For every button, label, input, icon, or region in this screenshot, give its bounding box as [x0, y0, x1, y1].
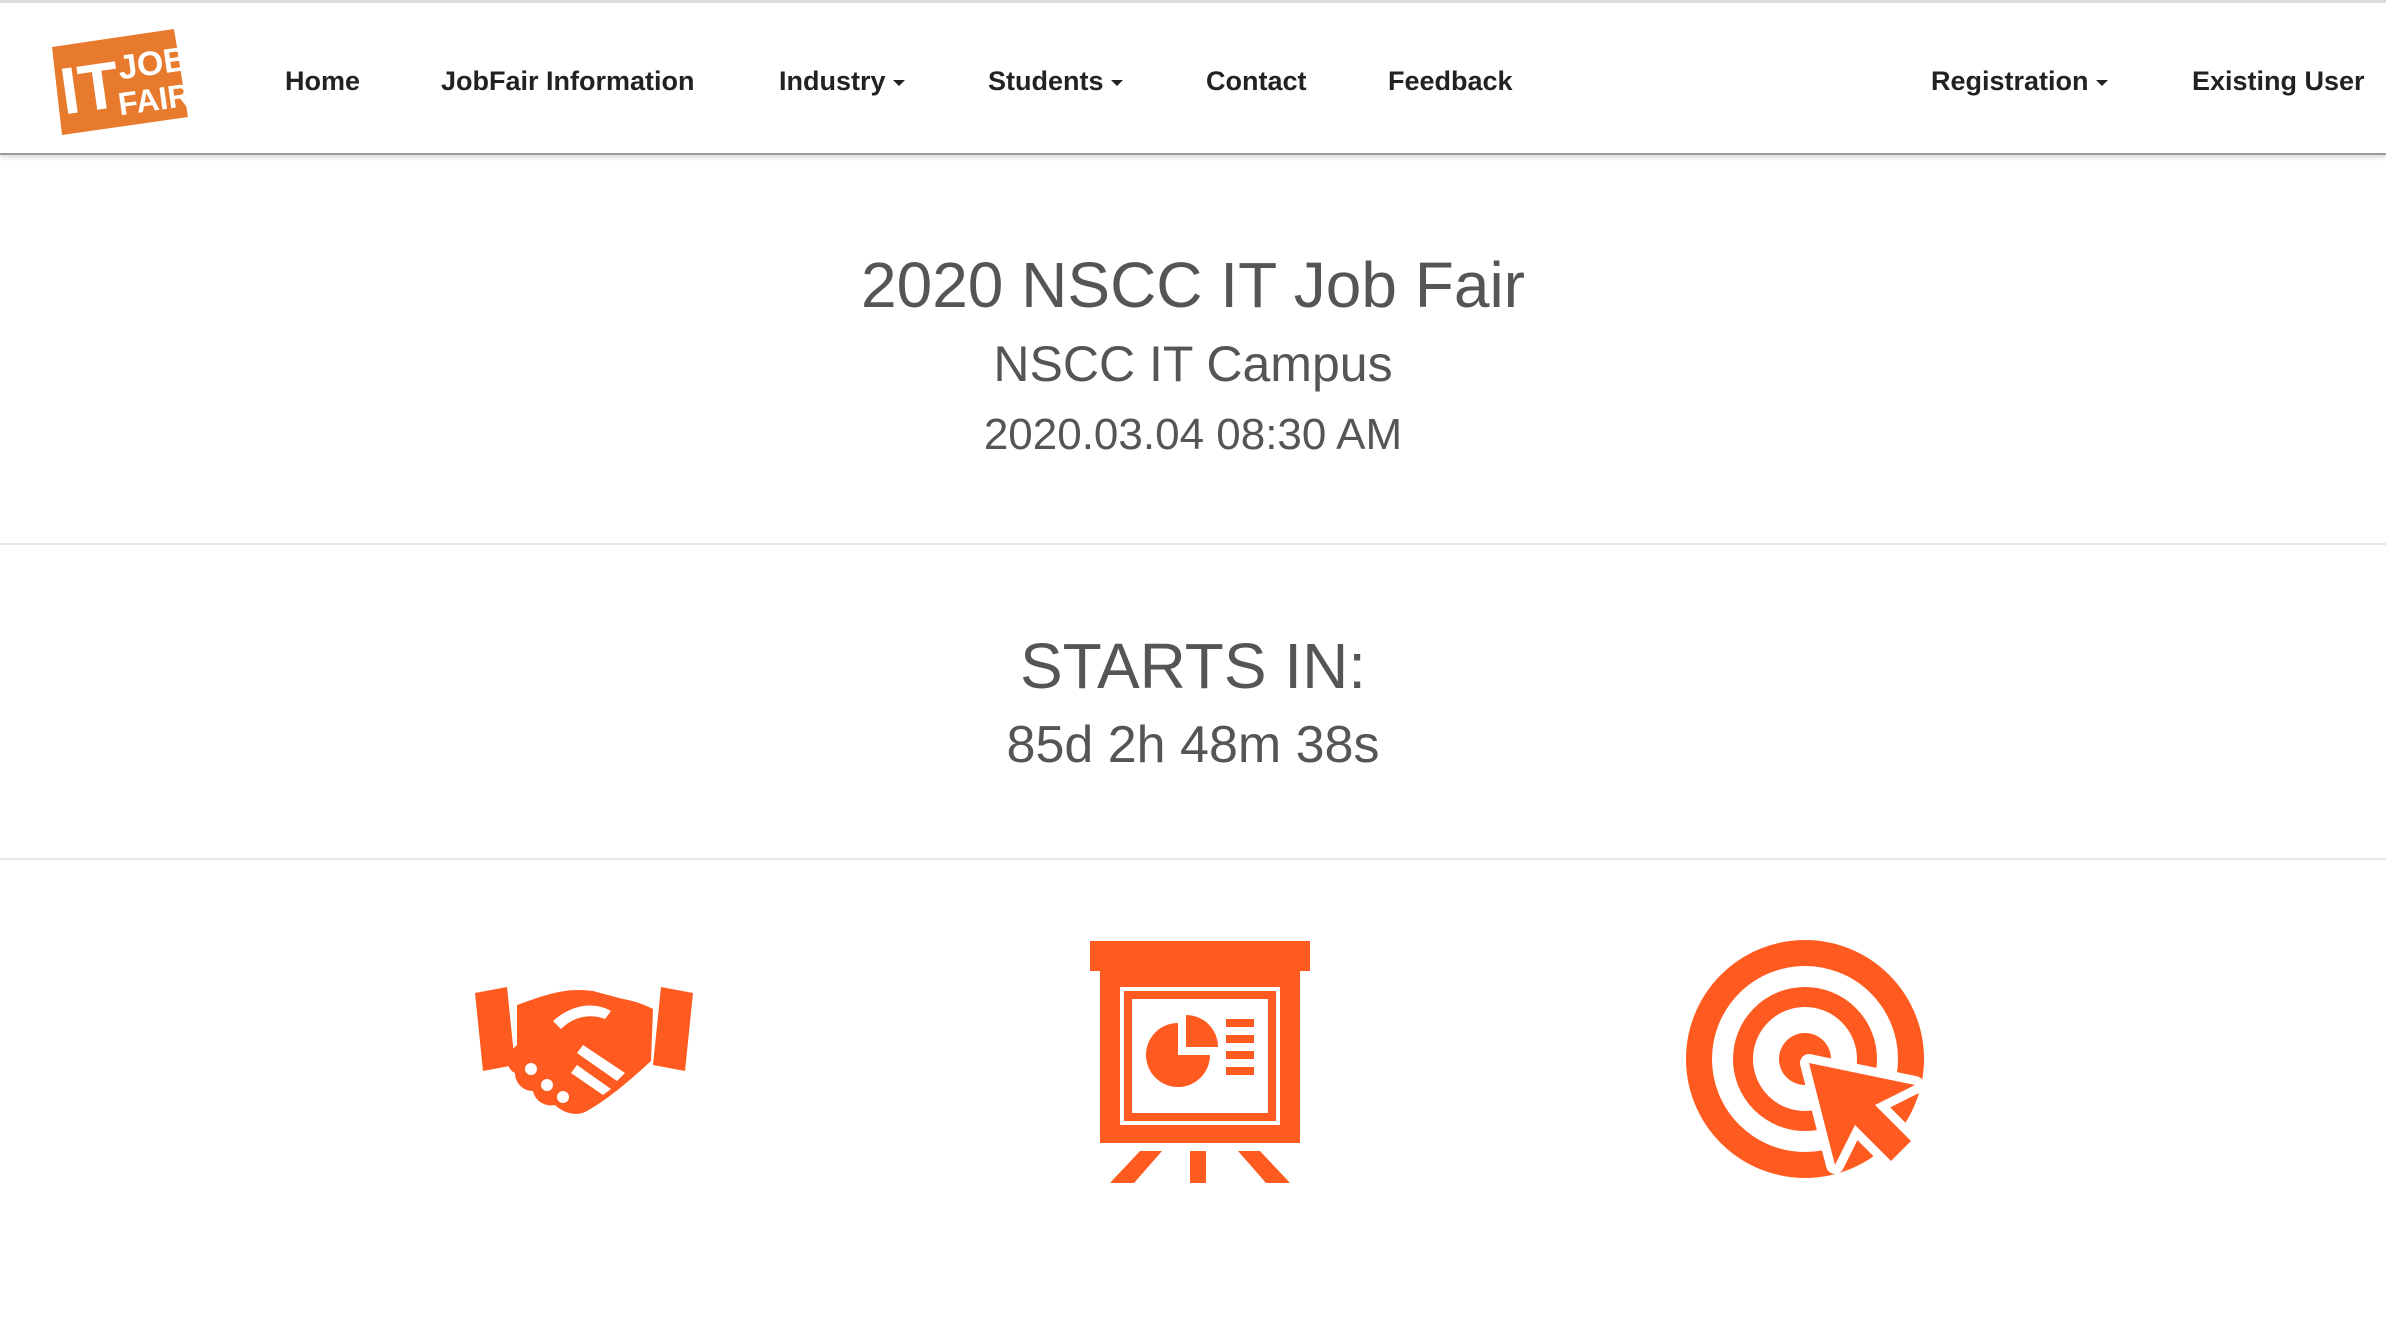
nav-feedback[interactable]: Feedback — [1388, 61, 1513, 101]
nav-industry-label: Industry — [779, 66, 886, 96]
navbar: IT JOB FAIR Home JobFair Information Ind… — [0, 3, 2386, 155]
countdown-section: STARTS IN: 85d 2h 48m 38s — [0, 547, 2386, 860]
caret-down-icon — [2095, 79, 2108, 86]
event-location: NSCC IT Campus — [993, 336, 1393, 392]
presentation-icon — [1070, 935, 1330, 1195]
handshake-icon — [455, 935, 715, 1195]
nav-students-label: Students — [988, 66, 1104, 96]
target-click-icon — [1685, 935, 1945, 1195]
nav-home[interactable]: Home — [285, 61, 360, 101]
event-title: 2020 NSCC IT Job Fair — [861, 249, 1525, 321]
nav-existing-user[interactable]: Existing User — [2192, 61, 2365, 101]
caret-down-icon — [892, 79, 905, 86]
countdown-timer: 85d 2h 48m 38s — [1006, 716, 1380, 774]
nav-registration-label: Registration — [1931, 66, 2089, 96]
event-header: 2020 NSCC IT Job Fair NSCC IT Campus 202… — [0, 165, 2386, 545]
caret-down-icon — [1110, 79, 1123, 86]
nav-registration-dropdown[interactable]: Registration — [1931, 61, 2108, 101]
nav-industry-dropdown[interactable]: Industry — [779, 61, 905, 101]
nav-students-dropdown[interactable]: Students — [988, 61, 1123, 101]
it-job-fair-logo[interactable]: IT JOB FAIR — [46, 25, 193, 137]
svg-text:IT: IT — [56, 47, 124, 128]
countdown-label: STARTS IN: — [1019, 630, 1367, 702]
nav-jobfair-information[interactable]: JobFair Information — [441, 61, 695, 101]
event-datetime: 2020.03.04 08:30 AM — [983, 410, 1403, 459]
nav-contact[interactable]: Contact — [1206, 61, 1307, 101]
